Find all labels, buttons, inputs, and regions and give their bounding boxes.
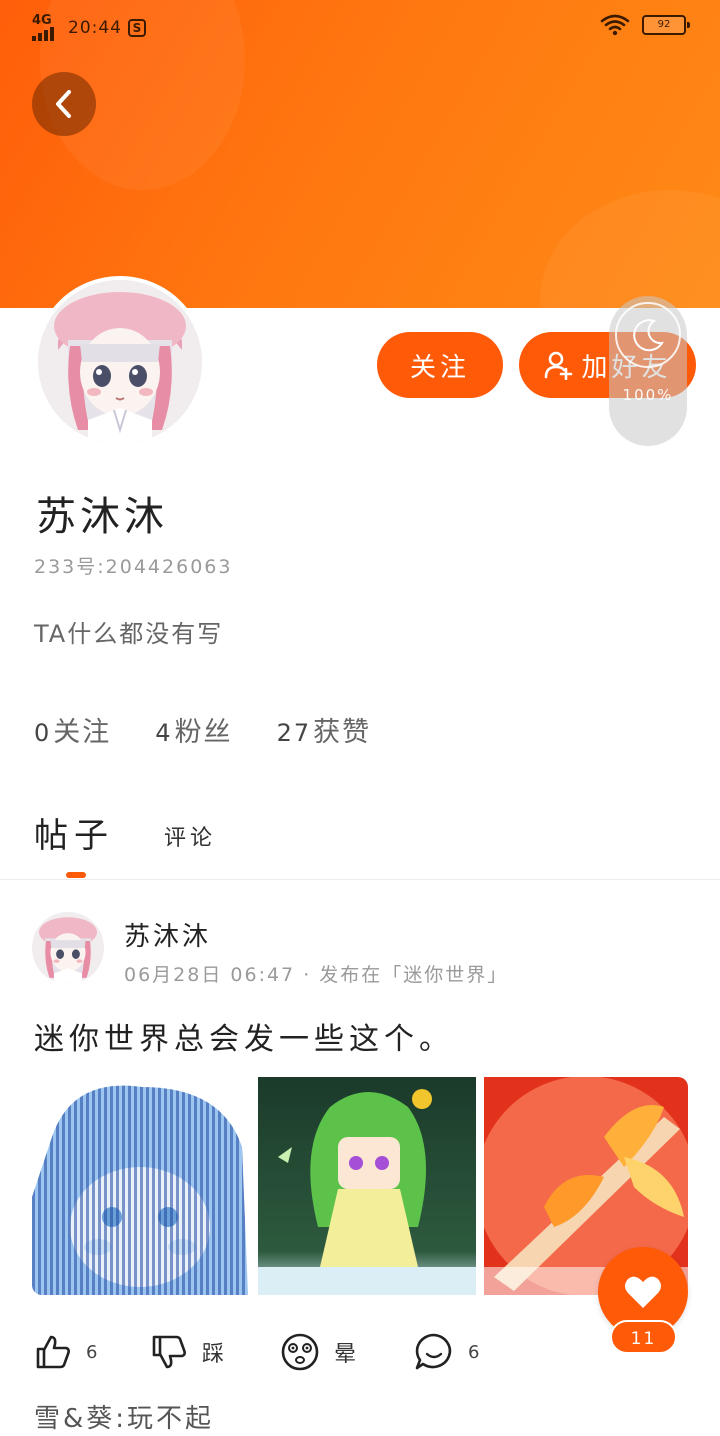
network-indicator: 4G <box>32 13 62 41</box>
wifi-icon <box>600 14 630 36</box>
profile-user-id: 233号:204426063 <box>34 556 233 578</box>
status-time: 20:44 <box>68 18 122 38</box>
profile-username: 苏沐沐 <box>36 494 168 540</box>
moon-icon <box>615 302 681 368</box>
comment-bubble-icon <box>415 1333 452 1370</box>
post-image-1[interactable] <box>32 1077 248 1295</box>
dislike-label: 踩 <box>202 1342 225 1367</box>
floating-widget-percent: 100% <box>622 386 674 404</box>
comment-count: 6 <box>468 1341 480 1363</box>
back-arrow-icon <box>56 90 71 118</box>
tab-comments[interactable]: 评论 <box>164 820 216 852</box>
stat-following-count: 0 <box>34 719 52 747</box>
dizzy-button[interactable]: 晕 <box>280 1330 356 1374</box>
post-image-grid <box>32 1077 688 1295</box>
dizzy-face-icon <box>281 1333 319 1371</box>
header-decoration <box>540 190 720 308</box>
heart-icon <box>625 1276 661 1308</box>
comment-button[interactable]: 6 <box>414 1330 479 1374</box>
stat-followers-count: 4 <box>155 719 173 747</box>
add-user-icon <box>545 351 573 380</box>
status-bar: 4G 20:44 S 92 <box>0 0 720 56</box>
post-author-avatar[interactable] <box>32 912 104 984</box>
thumbs-down-icon <box>152 1335 186 1369</box>
post-text[interactable]: 迷你世界总会发一些这个。 <box>34 1014 454 1058</box>
battery-level: 92 <box>657 19 671 30</box>
stat-following-label: 关注 <box>53 717 112 748</box>
floating-widget[interactable]: 100% <box>609 296 687 446</box>
avatar-image <box>38 280 202 444</box>
post-meta: 06月28日 06:47 · 发布在「迷你世界」 <box>124 964 509 986</box>
like-button[interactable]: 6 <box>34 1330 97 1374</box>
tab-posts[interactable]: 帖子 <box>34 808 114 857</box>
post-image-2[interactable] <box>258 1077 476 1295</box>
stat-likes[interactable]: 27 获赞 <box>277 710 372 749</box>
post-action-bar: 6 踩 晕 6 <box>34 1330 494 1374</box>
dizzy-label: 晕 <box>334 1342 357 1367</box>
stat-likes-label: 获赞 <box>313 717 372 748</box>
like-count: 6 <box>86 1341 98 1363</box>
app-notification-icon: S <box>128 19 146 37</box>
profile-bio: TA什么都没有写 <box>34 620 224 648</box>
signal-icon <box>32 27 54 41</box>
battery-icon: 92 <box>642 15 690 35</box>
profile-tabs: 帖子 评论 <box>34 808 684 880</box>
post-author-name[interactable]: 苏沐沐 <box>124 916 211 953</box>
back-button[interactable] <box>32 72 96 136</box>
network-type: 4G <box>32 13 52 28</box>
status-right: 92 <box>600 14 690 36</box>
comment-preview[interactable]: 雪&葵:玩不起 <box>34 1398 214 1435</box>
stat-likes-count: 27 <box>276 719 312 747</box>
follow-button[interactable]: 关注 <box>377 332 503 398</box>
tab-active-indicator <box>66 872 86 878</box>
avatar[interactable] <box>34 276 206 448</box>
post-avatar-image <box>32 912 104 984</box>
favorite-count: 11 <box>610 1320 677 1354</box>
divider <box>0 879 720 880</box>
status-left: 4G 20:44 S <box>32 13 146 42</box>
profile-stats: 0 关注 4 粉丝 27 获赞 <box>34 710 415 749</box>
follow-button-label: 关注 <box>409 352 470 383</box>
stat-followers-label: 粉丝 <box>174 717 233 748</box>
stat-following[interactable]: 0 关注 <box>34 710 111 749</box>
dislike-button[interactable]: 踩 <box>150 1330 224 1374</box>
thumbs-up-icon <box>36 1335 70 1369</box>
stat-followers[interactable]: 4 粉丝 <box>155 710 232 749</box>
